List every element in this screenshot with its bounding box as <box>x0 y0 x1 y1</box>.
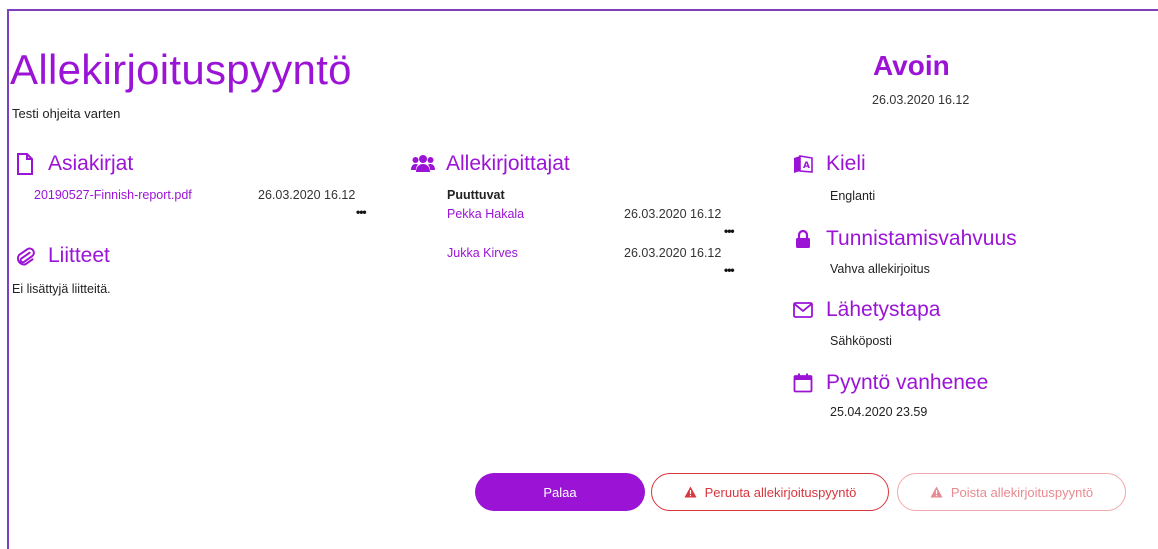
delivery-heading-label: Lähetystapa <box>826 298 941 321</box>
svg-text:A: A <box>803 161 810 171</box>
users-icon <box>410 154 436 174</box>
cancel-request-label: Peruuta allekirjoituspyyntö <box>704 484 857 500</box>
page-title: Allekirjoituspyyntö <box>10 46 352 93</box>
calendar-icon <box>790 373 816 393</box>
expiry-value: 25.04.2020 23.59 <box>830 405 928 419</box>
language-heading: A Kieli <box>790 152 866 176</box>
signers-heading: Allekirjoittajat <box>410 152 570 176</box>
signers-heading-label: Allekirjoittajat <box>446 152 570 175</box>
language-heading-label: Kieli <box>826 152 866 175</box>
auth-strength-value: Vahva allekirjoitus <box>830 262 930 276</box>
document-date: 26.03.2020 16.12 <box>258 188 356 202</box>
cancel-request-button[interactable]: Peruuta allekirjoituspyyntö <box>651 473 889 511</box>
status-label: Avoin <box>873 50 950 81</box>
documents-heading-label: Asiakirjat <box>48 152 134 175</box>
back-button-label: Palaa <box>543 484 577 500</box>
envelope-icon <box>790 302 816 318</box>
document-icon <box>12 153 38 175</box>
page-subtitle: Testi ohjeita varten <box>12 106 121 121</box>
expiry-heading-label: Pyyntö vanhenee <box>826 371 989 394</box>
document-more-button[interactable]: ••• <box>356 205 367 219</box>
signer-link[interactable]: Pekka Hakala <box>447 207 524 221</box>
signers-group-label: Puuttuvat <box>447 188 505 202</box>
delivery-value: Sähköposti <box>830 334 892 348</box>
status-date: 26.03.2020 16.12 <box>872 93 970 107</box>
auth-strength-heading-label: Tunnistamisvahvuus <box>826 227 1017 250</box>
signer-link[interactable]: Jukka Kirves <box>447 246 518 260</box>
document-link[interactable]: 20190527-Finnish-report.pdf <box>34 188 192 202</box>
delete-request-label: Poista allekirjoituspyyntö <box>950 484 1094 500</box>
delete-request-button[interactable]: Poista allekirjoituspyyntö <box>897 473 1126 511</box>
paperclip-icon <box>12 246 38 266</box>
signer-date: 26.03.2020 16.12 <box>624 246 722 260</box>
attachments-empty-text: Ei lisättyjä liitteitä. <box>12 282 111 296</box>
signer-more-button[interactable]: ••• <box>724 263 735 277</box>
language-icon: A <box>790 155 816 173</box>
warning-icon <box>684 486 697 498</box>
signer-more-button[interactable]: ••• <box>724 224 735 238</box>
lock-icon <box>790 229 816 249</box>
auth-strength-heading: Tunnistamisvahvuus <box>790 227 1017 251</box>
documents-heading: Asiakirjat <box>12 152 133 176</box>
back-button[interactable]: Palaa <box>475 473 645 511</box>
expiry-heading: Pyyntö vanhenee <box>790 371 988 395</box>
attachments-heading-label: Liitteet <box>48 244 110 267</box>
signer-date: 26.03.2020 16.12 <box>624 207 722 221</box>
delivery-heading: Lähetystapa <box>790 298 940 322</box>
language-value: Englanti <box>830 189 876 203</box>
warning-icon <box>930 486 943 498</box>
attachments-heading: Liitteet <box>12 244 110 268</box>
